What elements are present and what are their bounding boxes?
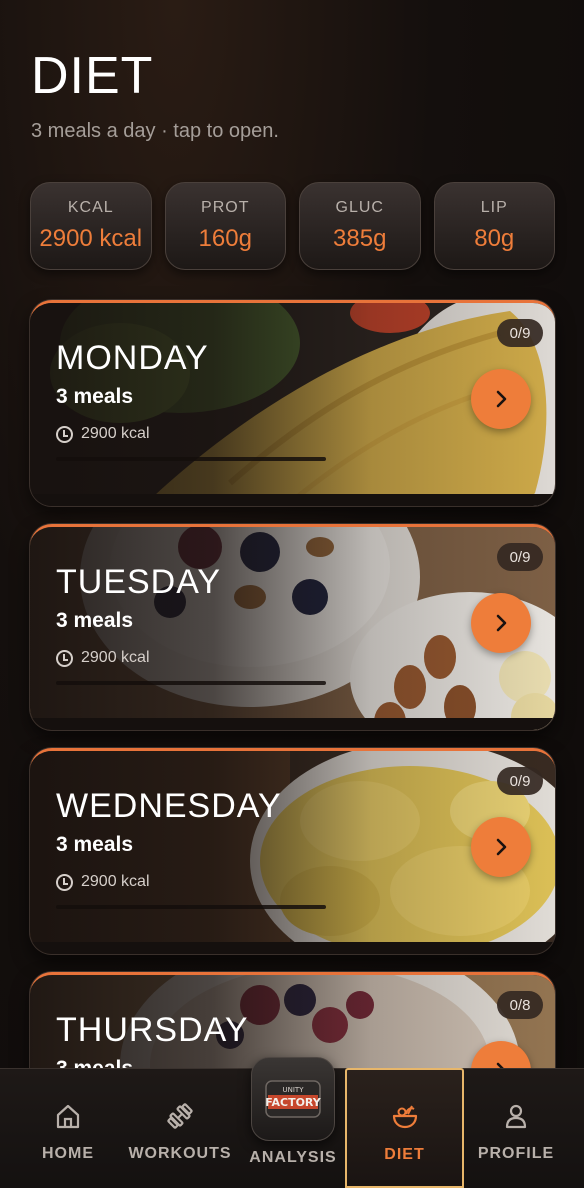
card-footer-bar <box>30 494 555 506</box>
day-meals: 3 meals <box>56 385 134 408</box>
day-card-tuesday[interactable]: TUESDAY 3 meals 2900 kcal 0/9 <box>30 524 555 730</box>
day-name: THURSDAY <box>56 1011 249 1049</box>
macro-value: 385g <box>333 225 387 252</box>
nav-analysis-label[interactable]: ANALYSIS <box>240 1149 346 1167</box>
macro-carbs: GLUC 385g <box>299 182 421 270</box>
macro-label: KCAL <box>67 199 114 216</box>
day-kcal-value: 2900 kcal <box>81 649 150 666</box>
dumbbell-icon <box>167 1103 193 1129</box>
macro-label: PROT <box>201 199 250 216</box>
card-footer-bar <box>30 718 555 730</box>
day-kcal: 2900 kcal <box>56 425 150 443</box>
day-card-wednesday[interactable]: WEDNESDAY 3 meals 2900 kcal 0/9 <box>30 748 555 954</box>
day-card-monday[interactable]: MONDAY 3 meals 2900 kcal 0/9 <box>30 300 555 506</box>
macro-summary: KCAL 2900 kcal PROT 160g GLUC 385g LIP 8… <box>30 182 555 270</box>
meal-count-badge: 0/9 <box>497 543 543 571</box>
day-kcal: 2900 kcal <box>56 649 150 667</box>
day-progress <box>56 457 326 461</box>
open-day-button[interactable] <box>471 817 531 877</box>
nav-diet[interactable]: DIET <box>345 1068 464 1188</box>
chevron-right-icon <box>496 390 507 408</box>
macro-protein: PROT 160g <box>164 182 286 270</box>
day-kcal-value: 2900 kcal <box>81 873 150 890</box>
unity-factory-logo: UNITY FACTORY <box>265 1080 322 1118</box>
open-day-button[interactable] <box>471 593 531 653</box>
logo-main-text: FACTORY <box>265 1096 322 1109</box>
nav-label: DIET <box>384 1146 425 1163</box>
meal-count-badge: 0/8 <box>497 991 543 1019</box>
food-bowl-icon <box>392 1105 417 1129</box>
card-footer-bar <box>30 942 555 954</box>
clock-icon <box>56 425 73 443</box>
page-title: DIET <box>31 47 154 105</box>
meal-count-badge: 0/9 <box>497 319 543 347</box>
chevron-right-icon <box>496 838 507 856</box>
day-progress <box>56 681 326 685</box>
macro-fat: LIP 80g <box>433 182 555 270</box>
clock-icon <box>56 873 73 891</box>
person-icon <box>505 1104 527 1129</box>
nav-profile[interactable]: PROFILE <box>460 1069 572 1188</box>
nav-label: WORKOUTS <box>128 1145 232 1162</box>
day-meals: 3 meals <box>56 833 134 856</box>
day-kcal-value: 2900 kcal <box>81 425 150 442</box>
open-day-button[interactable] <box>471 369 531 429</box>
page-subtitle: 3 meals a day · tap to open. <box>31 120 279 142</box>
nav-label: PROFILE <box>477 1145 555 1162</box>
day-name: MONDAY <box>56 339 209 377</box>
chevron-right-icon <box>496 614 507 632</box>
clock-icon <box>56 649 73 667</box>
macro-value: 160g <box>198 225 252 252</box>
macro-label: GLUC <box>335 199 384 216</box>
day-kcal: 2900 kcal <box>56 873 150 891</box>
nav-workouts[interactable]: WORKOUTS <box>124 1069 236 1188</box>
home-icon <box>56 1104 80 1129</box>
day-name: TUESDAY <box>56 563 222 601</box>
nav-label: HOME <box>42 1145 94 1162</box>
macro-label: LIP <box>480 199 508 216</box>
day-progress <box>56 905 326 909</box>
nav-home[interactable]: HOME <box>12 1069 124 1188</box>
macro-value: 2900 kcal <box>39 225 143 252</box>
logo-top-text: UNITY <box>283 1086 305 1094</box>
bottom-nav: HOME WORKOUTS UNITY FACTORY ANALYSIS DIE… <box>0 1057 584 1188</box>
day-name: WEDNESDAY <box>56 787 282 825</box>
meal-count-badge: 0/9 <box>497 767 543 795</box>
macro-kcal: KCAL 2900 kcal <box>30 182 152 270</box>
macro-value: 80g <box>474 225 515 252</box>
analysis-logo-button[interactable]: UNITY FACTORY <box>251 1057 335 1141</box>
day-meals: 3 meals <box>56 609 134 632</box>
